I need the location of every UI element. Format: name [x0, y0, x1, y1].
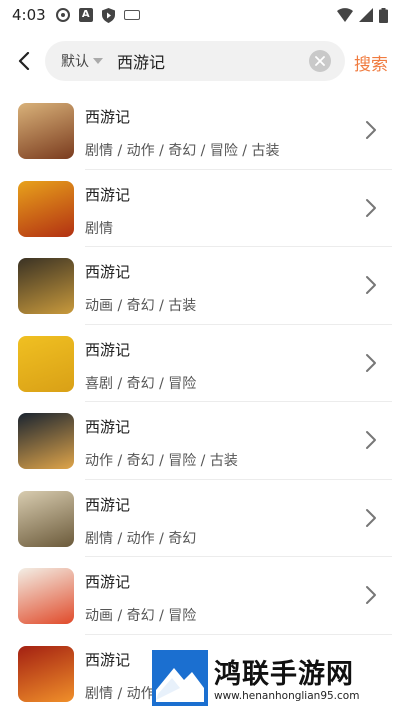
- poster-thumbnail: [18, 258, 74, 314]
- status-time: 4:03: [12, 6, 46, 24]
- chevron-right-icon: [366, 121, 376, 139]
- item-tags: 剧情: [85, 220, 113, 237]
- poster-thumbnail: [18, 413, 74, 469]
- chevron-right-icon: [366, 508, 376, 527]
- font-a-icon: A: [78, 8, 93, 22]
- poster-thumbnail: [18, 645, 74, 702]
- watermark-name: 鸿联手游网: [214, 659, 354, 690]
- item-tags: 动画 / 奇幻 / 古装: [85, 298, 197, 314]
- item-title: 西游记: [85, 418, 131, 436]
- item-title: 西游记: [85, 185, 131, 204]
- close-icon: [315, 56, 325, 66]
- poster-thumbnail: [18, 180, 74, 237]
- item-tags: 剧情 / 动作 / 奇幻 / 冒险 / 古装: [85, 143, 280, 159]
- watermark-url: www.henanhonglian95.com: [214, 690, 360, 702]
- item-tags: 喜剧 / 奇幻 / 冒险: [85, 375, 197, 392]
- item-title: 西游记: [85, 263, 131, 281]
- item-title: 西游记: [85, 573, 131, 591]
- signal-icon: [359, 8, 373, 22]
- list-item[interactable]: 西游记剧情 / 动作 / 奇幻 / 冒险 / 古装: [0, 92, 400, 170]
- list-item[interactable]: 西游记剧情 / 动作 / 奇幻: [0, 480, 400, 557]
- watermark: 鸿联手游网 www.henanhonglian95.com: [152, 650, 398, 708]
- status-icons-right: [337, 7, 388, 23]
- search-input[interactable]: [117, 51, 297, 71]
- shield-icon: [101, 7, 115, 23]
- clear-search-button[interactable]: [309, 50, 331, 72]
- back-button[interactable]: [12, 48, 36, 74]
- scope-label: 默认: [61, 54, 89, 70]
- search-box: 默认: [45, 41, 345, 81]
- item-tags: 动作 / 奇幻 / 冒险 / 古装: [85, 453, 238, 469]
- list-item[interactable]: 西游记喜剧 / 奇幻 / 冒险: [0, 325, 400, 402]
- list-item[interactable]: 西游记动画 / 奇幻 / 冒险: [0, 557, 400, 635]
- watermark-logo: [152, 650, 208, 706]
- search-result-list: 西游记 剧情 / 动作 / 奇幻 / 冒险 / 古装 西游记 剧情 西游记 动画 / 奇幻…: [0, 92, 400, 710]
- sync-ring-icon: [55, 8, 70, 22]
- chevron-right-icon: [366, 276, 376, 294]
- scope-dropdown[interactable]: 默认: [61, 51, 103, 71]
- poster-thumbnail: [18, 335, 74, 392]
- status-bar: 4:03 A: [0, 0, 400, 30]
- keyboard-icon: [123, 10, 140, 20]
- caret-down-icon: [93, 58, 103, 64]
- search-header: 默认 搜索: [0, 38, 400, 84]
- item-tags: 剧情 / 动作: [85, 685, 155, 702]
- item-title: 西游记: [85, 650, 131, 669]
- chevron-left-icon: [18, 52, 30, 70]
- poster-thumbnail: [18, 490, 74, 547]
- poster-thumbnail: [18, 568, 74, 624]
- poster-thumbnail: [18, 103, 74, 159]
- list-item[interactable]: 西游记动画 / 奇幻 / 古装: [0, 247, 400, 325]
- item-tags: 动画 / 奇幻 / 冒险: [85, 608, 197, 624]
- chevron-right-icon: [366, 198, 376, 217]
- list-item[interactable]: 西游记动作 / 奇幻 / 冒险 / 古装: [0, 402, 400, 480]
- wifi-icon: [337, 8, 353, 22]
- battery-icon: [379, 7, 388, 23]
- item-title: 西游记: [85, 108, 131, 126]
- chevron-right-icon: [366, 353, 376, 372]
- search-submit-button[interactable]: 搜索: [354, 50, 388, 75]
- list-item[interactable]: 西游记 剧情: [0, 170, 400, 247]
- item-title: 西游记: [85, 340, 131, 359]
- status-icons-left: A: [55, 7, 140, 23]
- chevron-right-icon: [366, 586, 376, 604]
- item-title: 西游记: [85, 495, 131, 514]
- item-tags: 剧情 / 动作 / 奇幻: [85, 530, 197, 547]
- chevron-right-icon: [366, 431, 376, 449]
